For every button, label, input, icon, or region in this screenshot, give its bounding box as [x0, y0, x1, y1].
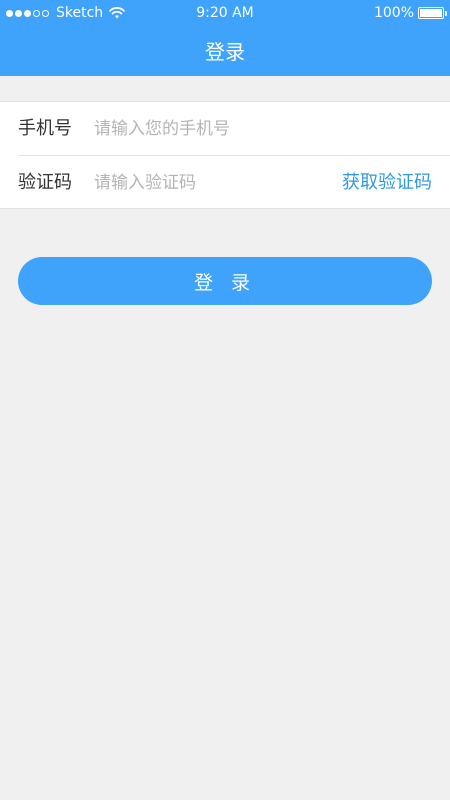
battery-fill: [420, 9, 442, 17]
phone-label: 手机号: [18, 118, 72, 139]
phone-input[interactable]: [94, 114, 424, 144]
status-bar: Sketch 9:20 AM 100%: [0, 0, 450, 28]
login-form: 手机号 验证码 获取验证码: [0, 101, 450, 209]
phone-row: 手机号: [0, 102, 450, 156]
code-label: 验证码: [18, 172, 72, 193]
page-title: 登录: [205, 40, 245, 64]
header-bar: Sketch 9:20 AM 100% 登录: [0, 0, 450, 76]
status-right: 100%: [373, 5, 447, 21]
login-button[interactable]: 登 录: [18, 257, 432, 305]
code-row: 验证码 获取验证码: [0, 156, 450, 210]
battery-tip: [445, 11, 447, 16]
battery-icon: [418, 7, 447, 19]
get-code-button[interactable]: 获取验证码: [342, 156, 432, 210]
battery-percent: 100%: [373, 5, 414, 21]
code-input[interactable]: [94, 168, 334, 198]
